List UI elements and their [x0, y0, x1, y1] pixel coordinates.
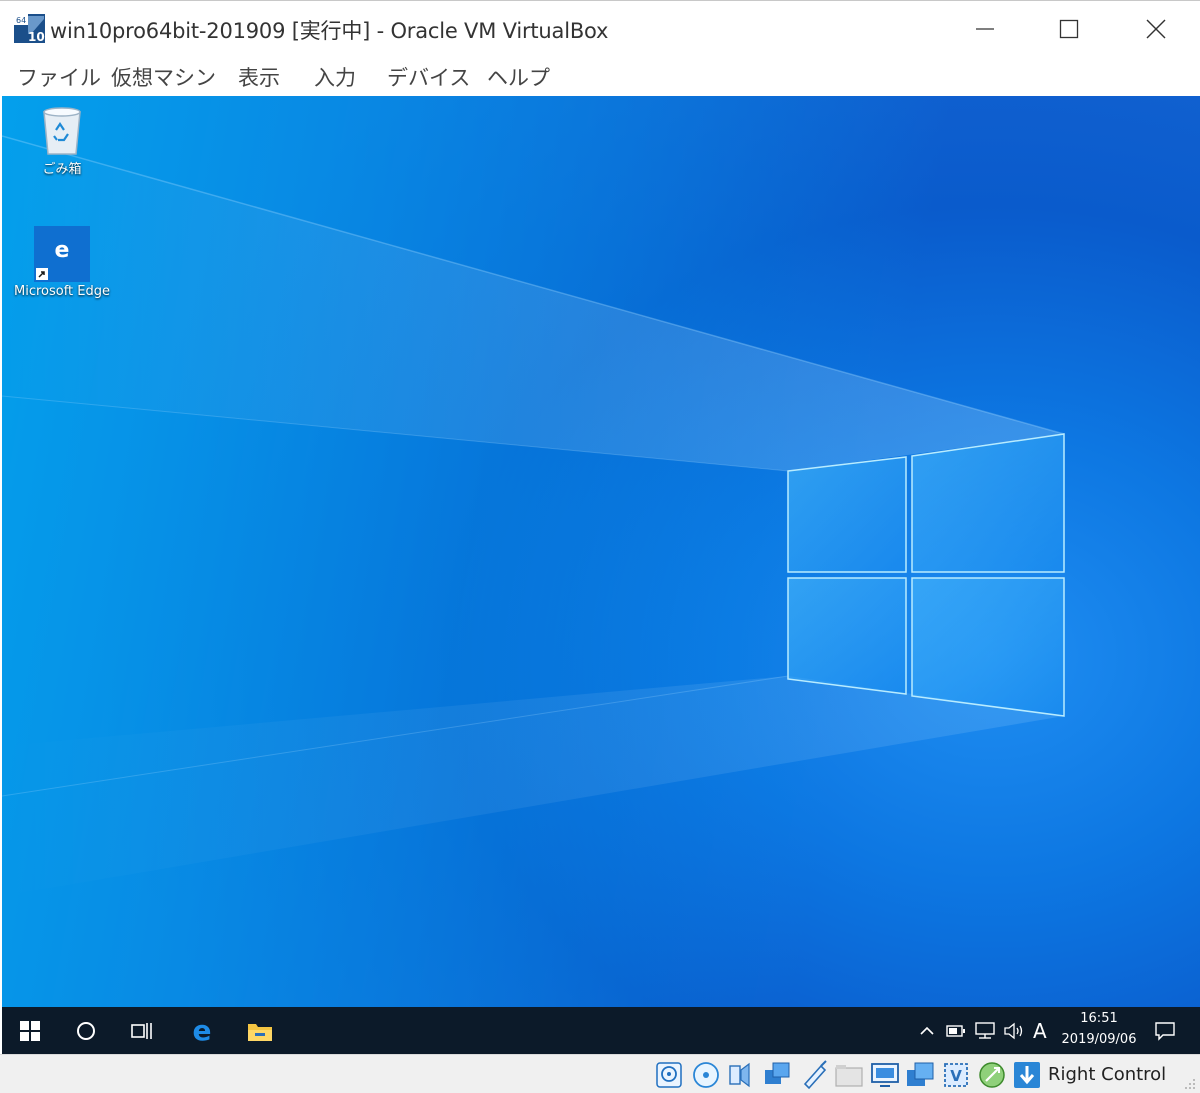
action-center-button[interactable] [1147, 1007, 1183, 1054]
battery-icon [946, 1024, 965, 1037]
chevron-up-icon [920, 1026, 934, 1035]
edge-icon: e [34, 226, 90, 282]
shared-folder-icon[interactable] [834, 1060, 864, 1090]
desktop-icon-recycle-bin[interactable]: ごみ箱 [12, 104, 112, 177]
file-explorer-folder-icon [248, 1023, 272, 1041]
audio-icon[interactable] [727, 1060, 757, 1090]
ime-mode-indicator[interactable]: A [1033, 1019, 1047, 1043]
maximize-button[interactable] [1026, 1, 1112, 57]
shortcut-arrow-icon [36, 268, 48, 280]
menu-devices[interactable]: デバイス [387, 62, 470, 92]
guest-display[interactable]: ごみ箱 e Microsoft Edge [2, 96, 1200, 1007]
menu-input[interactable]: 入力 [314, 62, 356, 92]
menu-view[interactable]: 表示 [238, 62, 280, 92]
hard-disk-icon[interactable] [654, 1060, 684, 1090]
edge-label: Microsoft Edge [13, 284, 110, 299]
host-key-label: Right Control [1048, 1064, 1167, 1085]
taskbar-explorer-button[interactable] [240, 1007, 280, 1054]
window-title: win10pro64bit-201909 [実行中] - Oracle VM V… [50, 19, 609, 43]
resize-grip-icon[interactable] [1184, 1078, 1196, 1090]
windows-wallpaper-logo [2, 135, 1065, 896]
edge-glyph: e [54, 238, 70, 263]
logo-badge-text: 10 [28, 30, 45, 43]
windows-start-icon [20, 1020, 40, 1041]
svg-text:V: V [950, 1067, 962, 1085]
minimize-icon [976, 28, 994, 30]
cpu-virtualization-icon[interactable]: V [941, 1060, 971, 1090]
tray-overflow-button[interactable] [916, 1007, 938, 1054]
menu-file[interactable]: ファイル [17, 62, 101, 92]
minimize-button[interactable] [942, 1, 1028, 57]
display-icon[interactable] [870, 1060, 900, 1090]
keyboard-capture-icon[interactable] [1012, 1060, 1042, 1090]
svg-text:e: e [193, 1018, 212, 1044]
logo-arch-text: 64 [16, 16, 26, 25]
vbox-statusbar: V Right Control [0, 1054, 1200, 1093]
tray-network[interactable] [972, 1007, 998, 1054]
recycle-bin-icon [43, 107, 81, 155]
close-icon [1146, 19, 1166, 39]
usb-icon[interactable] [799, 1060, 829, 1090]
optical-disc-icon[interactable] [691, 1060, 721, 1090]
windows-taskbar: e A 16:51 2019/09/06 [2, 1007, 1200, 1054]
recycle-bin-label: ごみ箱 [42, 162, 82, 177]
speaker-volume-icon [1004, 1022, 1023, 1039]
clock-time[interactable]: 16:51 [1079, 1011, 1119, 1026]
clock-date[interactable]: 2019/09/06 [1057, 1032, 1141, 1047]
maximize-icon [1059, 19, 1079, 39]
window-titlebar[interactable]: 64 10 win10pro64bit-201909 [実行中] - Oracl… [0, 0, 1200, 56]
tray-battery[interactable] [944, 1007, 968, 1054]
task-view-icon [131, 1022, 152, 1039]
virtualbox-vm-icon: 64 10 [14, 14, 45, 43]
task-view-button[interactable] [122, 1007, 162, 1054]
network-adapter-icon[interactable] [763, 1060, 793, 1090]
network-wired-icon [975, 1021, 995, 1039]
search-button[interactable] [66, 1007, 106, 1054]
notification-icon [1155, 1021, 1175, 1041]
video-capture-icon[interactable] [905, 1060, 935, 1090]
start-button[interactable] [10, 1007, 50, 1054]
mouse-integration-icon[interactable] [977, 1060, 1007, 1090]
taskbar-edge-button[interactable]: e [182, 1007, 222, 1054]
menu-machine[interactable]: 仮想マシン [111, 62, 216, 92]
edge-icon: e [193, 1018, 212, 1044]
tray-volume[interactable] [1001, 1007, 1027, 1054]
close-button[interactable] [1113, 1, 1199, 57]
menu-help[interactable]: ヘルプ [487, 62, 550, 92]
menu-bar: ファイル 仮想マシン 表示 入力 デバイス ヘルプ [0, 56, 1200, 96]
desktop-icon-edge[interactable]: e Microsoft Edge [12, 226, 112, 299]
cortana-circle-icon [77, 1021, 95, 1040]
